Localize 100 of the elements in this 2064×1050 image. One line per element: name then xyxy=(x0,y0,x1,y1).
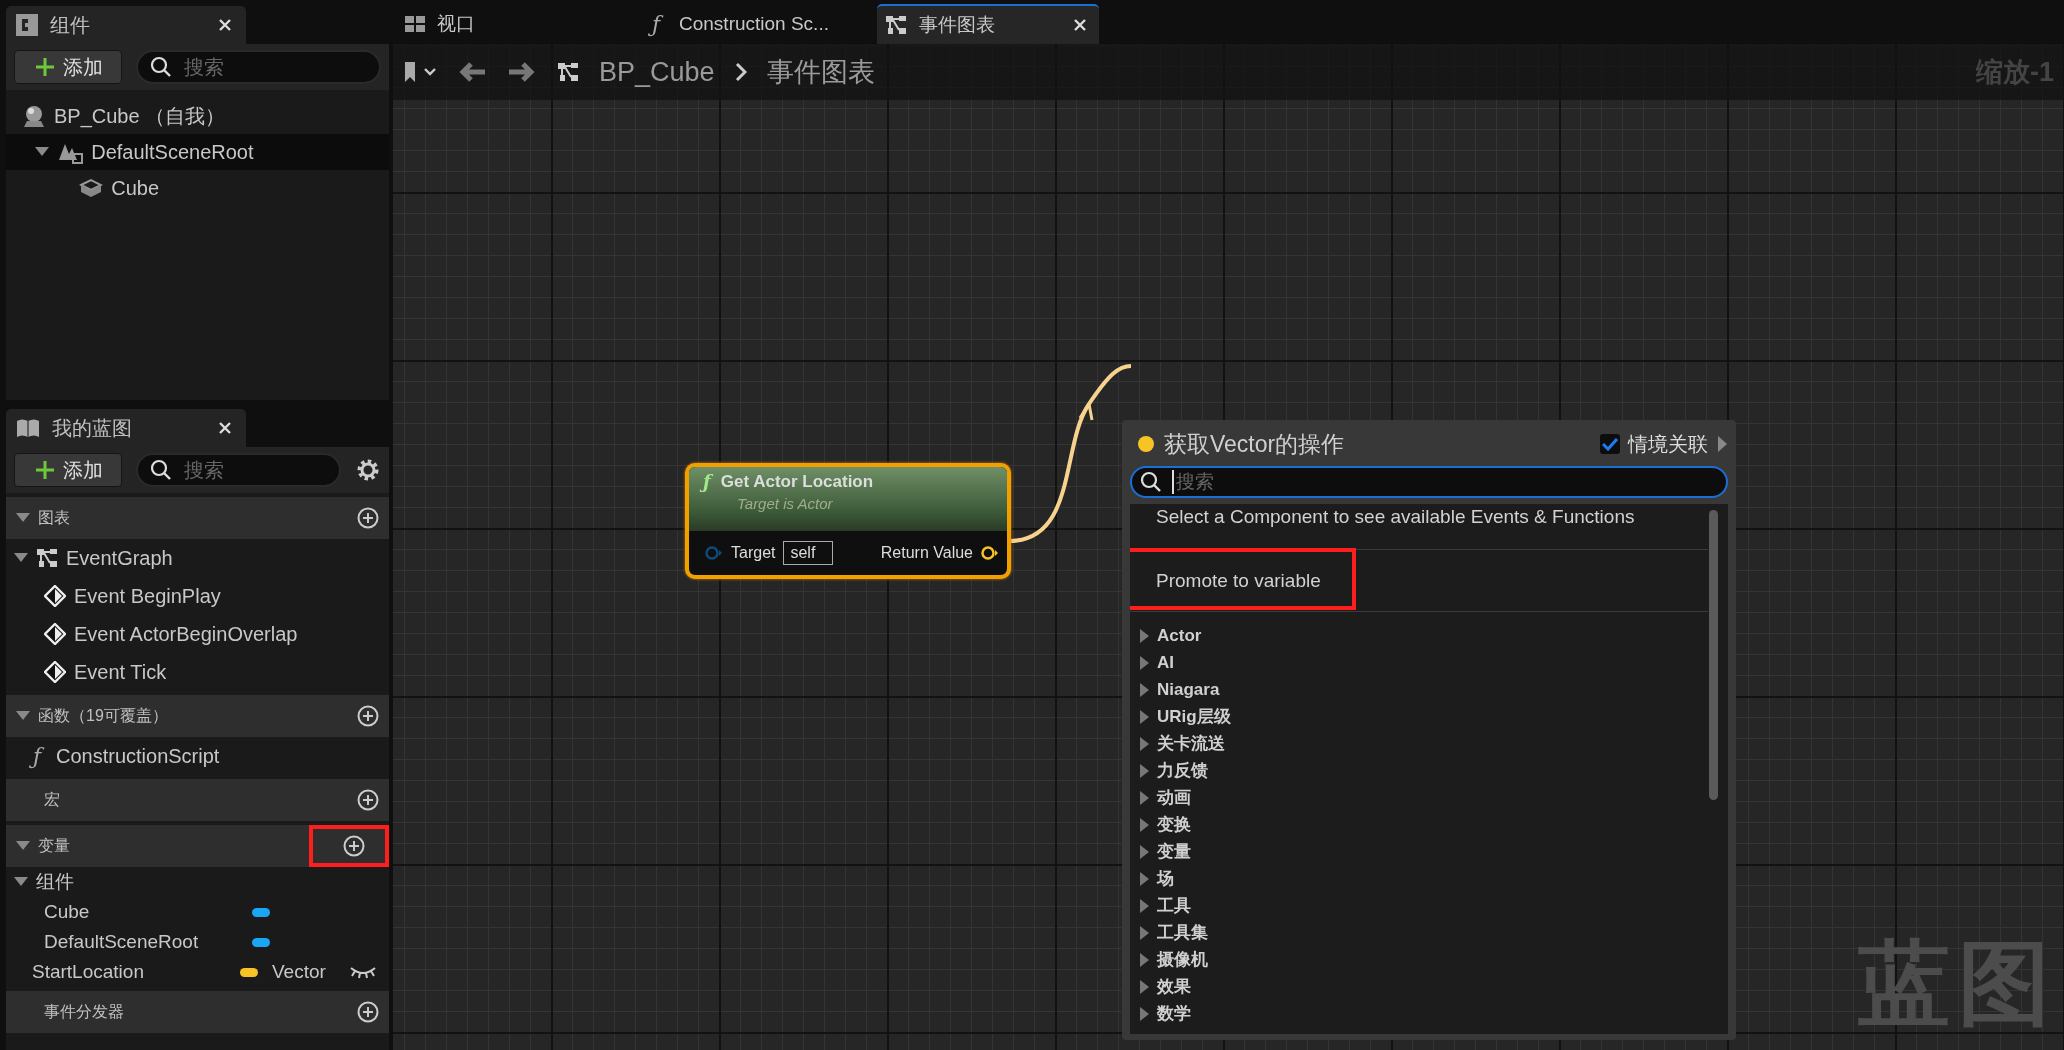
menu-note: Select a Component to see available Events & Functions xyxy=(1130,504,1708,550)
menu-category[interactable]: 工具 xyxy=(1130,892,1708,919)
output-pin-icon[interactable] xyxy=(981,546,999,560)
expand-arrow-icon xyxy=(1140,871,1149,886)
search-icon xyxy=(150,459,172,481)
search-field[interactable]: 搜索 xyxy=(136,50,381,84)
eye-closed-icon[interactable] xyxy=(349,965,377,979)
variable-name[interactable]: Cube xyxy=(44,901,244,923)
expand-arrow-icon xyxy=(1140,763,1149,778)
menu-category[interactable]: Actor xyxy=(1130,622,1708,649)
menu-category[interactable]: 力反馈 xyxy=(1130,757,1708,784)
search-icon xyxy=(150,56,172,78)
search-input[interactable]: 搜索 xyxy=(184,458,327,482)
expand-arrow-icon xyxy=(1140,952,1149,967)
search-input[interactable]: 搜索 xyxy=(184,55,367,79)
tree-item[interactable]: DefaultSceneRoot xyxy=(6,134,389,170)
variable-name[interactable]: DefaultSceneRoot xyxy=(44,931,244,953)
menu-category[interactable]: URig层级 xyxy=(1130,703,1708,730)
expand-arrow-icon xyxy=(1140,979,1149,994)
section-header[interactable]: 事件分发器 xyxy=(6,991,389,1033)
menu-category[interactable]: 变量 xyxy=(1130,838,1708,865)
pin-value-field[interactable]: self xyxy=(783,541,834,565)
list-item[interactable]: ConstructionScript xyxy=(56,744,220,768)
variable-name[interactable]: StartLocation xyxy=(32,961,232,983)
panel-tab[interactable]: 我的蓝图 xyxy=(6,409,246,447)
menu-category[interactable]: Niagara xyxy=(1130,676,1708,703)
section-header[interactable]: 宏 xyxy=(6,779,389,821)
menu-category[interactable]: 摄像机 xyxy=(1130,946,1708,973)
section-title: 变量 xyxy=(38,835,71,856)
variable-type: Vector xyxy=(272,961,327,983)
back-arrow-icon[interactable] xyxy=(457,60,487,84)
expand-arrow-icon xyxy=(1140,628,1149,643)
book-icon xyxy=(16,418,40,438)
section-title: 事件分发器 xyxy=(44,1001,125,1022)
bookmark-icon[interactable] xyxy=(403,60,437,84)
scrollbar[interactable] xyxy=(1709,510,1718,800)
collapse-arrow-icon[interactable] xyxy=(14,877,28,887)
diamond-icon xyxy=(44,661,66,683)
menu-category[interactable]: AI xyxy=(1130,649,1708,676)
context-checkbox[interactable]: 情境关联 xyxy=(1600,430,1708,458)
tree-item[interactable]: BP_Cube （自我） xyxy=(6,98,389,134)
collapse-arrow-icon[interactable] xyxy=(35,147,50,157)
list-item[interactable]: EventGraph xyxy=(66,546,173,570)
menu-category[interactable]: 场 xyxy=(1130,865,1708,892)
add-button[interactable] xyxy=(357,507,379,529)
add-button[interactable]: 添加 xyxy=(14,453,122,487)
expand-arrow-icon xyxy=(1140,709,1149,724)
search-field[interactable]: 搜索 xyxy=(136,453,341,487)
search-field[interactable]: 搜索 xyxy=(1130,466,1728,498)
section-header[interactable]: 函数（19可覆盖） xyxy=(6,695,389,737)
settings-icon[interactable] xyxy=(355,457,381,483)
forward-arrow-icon[interactable] xyxy=(507,60,537,84)
list-item[interactable]: 组件 xyxy=(36,869,74,895)
section-header[interactable]: 图表 xyxy=(6,497,389,539)
add-button[interactable] xyxy=(357,789,379,811)
collapse-arrow-icon[interactable] xyxy=(14,553,28,563)
list-item[interactable]: Event BeginPlay xyxy=(74,584,221,608)
menu-category[interactable]: 数学 xyxy=(1130,1000,1708,1027)
add-button[interactable]: 添加 xyxy=(14,50,122,84)
menu-category[interactable]: 工具集 xyxy=(1130,919,1708,946)
blueprint-node[interactable]: ƒ Get Actor Location Target is Actor Target self Return Value xyxy=(685,463,1011,579)
menu-category[interactable]: 变换 xyxy=(1130,811,1708,838)
close-icon[interactable] xyxy=(218,18,232,32)
section-title: 图表 xyxy=(38,507,71,528)
add-button[interactable] xyxy=(357,705,379,727)
close-icon[interactable] xyxy=(218,421,232,435)
editor-tab[interactable]: 事件图表 xyxy=(877,4,1099,44)
add-button[interactable] xyxy=(309,825,389,867)
list-item[interactable]: Event Tick xyxy=(74,660,167,684)
plus-icon xyxy=(35,57,55,77)
close-icon[interactable] xyxy=(1073,18,1087,32)
menu-category[interactable]: 效果 xyxy=(1130,973,1708,1000)
add-icon xyxy=(357,789,379,811)
list-item[interactable]: Event ActorBeginOverlap xyxy=(74,622,298,646)
pin-label: Target xyxy=(731,544,776,562)
pin-label: Return Value xyxy=(880,544,973,562)
expand-arrow-icon xyxy=(1140,655,1149,670)
editor-tab[interactable]: ƒ Construction Sc... xyxy=(637,4,859,44)
breadcrumb-item[interactable]: 事件图表 xyxy=(766,54,875,90)
menu-category[interactable]: 关卡流送 xyxy=(1130,730,1708,757)
collapse-arrow-icon[interactable] xyxy=(16,841,30,851)
graph-icon xyxy=(885,14,907,36)
tab-label: 事件图表 xyxy=(919,13,996,37)
breadcrumb-item[interactable]: BP_Cube xyxy=(599,56,715,88)
input-pin-icon[interactable] xyxy=(705,546,723,560)
collapse-arrow-icon[interactable] xyxy=(16,711,30,721)
tab-label: 视口 xyxy=(437,12,476,36)
editor-tab[interactable]: 视口 xyxy=(397,4,619,44)
section-header[interactable]: 变量 xyxy=(6,825,389,867)
expand-arrow-icon[interactable] xyxy=(1718,436,1728,452)
tab-label: Construction Sc... xyxy=(679,13,830,35)
node-subtitle: Target is Actor xyxy=(736,495,834,512)
tree-item[interactable]: Cube xyxy=(6,170,389,206)
collapse-arrow-icon[interactable] xyxy=(16,513,30,523)
menu-category[interactable]: 动画 xyxy=(1130,784,1708,811)
search-input[interactable]: 搜索 xyxy=(1172,470,1718,494)
add-button[interactable] xyxy=(357,1001,379,1023)
menu-action[interactable]: Promote to variable xyxy=(1130,550,1708,612)
panel-tab[interactable]: 组件 xyxy=(6,6,246,44)
function-icon: ƒ xyxy=(26,743,48,769)
